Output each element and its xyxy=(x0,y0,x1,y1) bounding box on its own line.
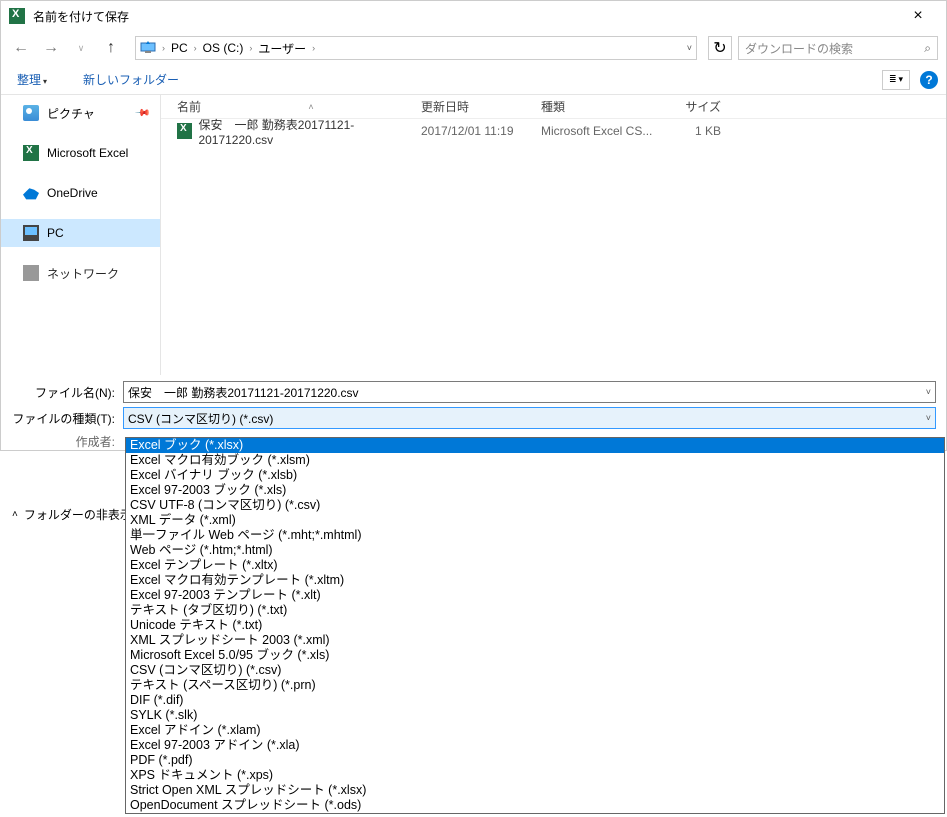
sidebar-item-pictures[interactable]: ピクチャ 📌 xyxy=(1,99,160,127)
search-placeholder: ダウンロードの検索 xyxy=(745,40,853,57)
pictures-icon xyxy=(23,105,39,121)
filetype-option[interactable]: Web ページ (*.htm;*.html) xyxy=(126,543,944,558)
col-kind-header[interactable]: 種類 xyxy=(541,98,661,115)
sidebar-item-label: Microsoft Excel xyxy=(47,146,128,160)
filetype-option[interactable]: Strict Open XML スプレッドシート (*.xlsx) xyxy=(126,783,944,798)
filetype-option[interactable]: OpenDocument スプレッドシート (*.ods) xyxy=(126,798,944,813)
sidebar-item-pc[interactable]: PC xyxy=(1,219,160,247)
filetype-option[interactable]: CSV (コンマ区切り) (*.csv) xyxy=(126,663,944,678)
body: ピクチャ 📌 Microsoft Excel OneDrive PC ネットワ xyxy=(1,95,946,375)
sidebar-item-excel[interactable]: Microsoft Excel xyxy=(1,139,160,167)
pin-icon: 📌 xyxy=(133,105,150,122)
filetype-option[interactable]: テキスト (タブ区切り) (*.txt) xyxy=(126,603,944,618)
file-date: 2017/12/01 11:19 xyxy=(421,124,541,138)
filetype-option[interactable]: XPS ドキュメント (*.xps) xyxy=(126,768,944,783)
search-icon: ⌕ xyxy=(924,41,931,56)
chevron-down-icon[interactable]: ˅ xyxy=(926,413,931,423)
filetype-option[interactable]: Excel バイナリ ブック (*.xlsb) xyxy=(126,468,944,483)
excel-app-icon xyxy=(9,8,25,24)
filetype-option[interactable]: Excel 97-2003 ブック (*.xls) xyxy=(126,483,944,498)
excel-icon xyxy=(23,145,39,161)
drive-icon xyxy=(140,40,156,56)
filetype-option[interactable]: Excel テンプレート (*.xltx) xyxy=(126,558,944,573)
col-name-header[interactable]: 名前 ˄ xyxy=(161,98,421,115)
sidebar-item-label: ネットワーク xyxy=(47,265,127,282)
forward-button[interactable]: → xyxy=(39,36,63,60)
view-options-button[interactable]: ≣▾ xyxy=(882,70,910,90)
filetype-option[interactable]: Excel マクロ有効テンプレート (*.xltm) xyxy=(126,573,944,588)
path-segment[interactable]: PC xyxy=(167,41,192,55)
sidebar-item-network[interactable]: ネットワーク xyxy=(1,259,160,287)
titlebar: 名前を付けて保存 × xyxy=(1,1,946,31)
filetype-dropdown-list[interactable]: Excel ブック (*.xlsx)Excel マクロ有効ブック (*.xlsm… xyxy=(125,437,945,814)
onedrive-icon xyxy=(23,185,39,201)
refresh-button[interactable]: ↻ xyxy=(708,36,732,60)
chevron-right-icon: › xyxy=(160,43,167,53)
filetype-option[interactable]: XML スプレッドシート 2003 (*.xml) xyxy=(126,633,944,648)
filetype-option[interactable]: Excel 97-2003 アドイン (*.xla) xyxy=(126,738,944,753)
filetype-option[interactable]: PDF (*.pdf) xyxy=(126,753,944,768)
csv-file-icon xyxy=(177,123,192,139)
filetype-label: ファイルの種類(T): xyxy=(11,410,123,427)
chevron-right-icon: › xyxy=(310,43,317,53)
filetype-option[interactable]: 単一ファイル Web ページ (*.mht;*.mhtml) xyxy=(126,528,944,543)
hide-folders-toggle[interactable]: ˄ フォルダーの非表示 xyxy=(12,506,132,523)
filetype-option[interactable]: Microsoft Excel 5.0/95 ブック (*.xls) xyxy=(126,648,944,663)
sort-caret-icon: ˄ xyxy=(308,102,313,112)
file-kind: Microsoft Excel CS... xyxy=(541,124,661,138)
path-segment[interactable]: ユーザー xyxy=(254,40,310,57)
filetype-option[interactable]: Excel ブック (*.xlsx) xyxy=(126,438,944,453)
address-bar[interactable]: › PC › OS (C:) › ユーザー › ˅ xyxy=(135,36,697,60)
file-row[interactable]: 保安 一郎 勤務表20171121-20171220.csv 2017/12/0… xyxy=(161,119,946,143)
filetype-option[interactable]: CSV UTF-8 (コンマ区切り) (*.csv) xyxy=(126,498,944,513)
sidebar-item-onedrive[interactable]: OneDrive xyxy=(1,179,160,207)
filetype-option[interactable]: テキスト (スペース区切り) (*.prn) xyxy=(126,678,944,693)
chevron-right-icon: › xyxy=(192,43,199,53)
close-button[interactable]: × xyxy=(898,7,938,25)
filetype-option[interactable]: Excel アドイン (*.xlam) xyxy=(126,723,944,738)
chevron-right-icon: › xyxy=(247,43,254,53)
save-as-dialog: 名前を付けて保存 × ← → ∨ ↑ › PC › OS (C:) › ユーザー… xyxy=(0,0,947,451)
search-input[interactable]: ダウンロードの検索 ⌕ xyxy=(738,36,938,60)
sidebar-item-label: OneDrive xyxy=(47,186,98,200)
pc-icon xyxy=(23,225,39,241)
filetype-option[interactable]: XML データ (*.xml) xyxy=(126,513,944,528)
author-label: 作成者: xyxy=(11,433,123,450)
filetype-option[interactable]: DIF (*.dif) xyxy=(126,693,944,708)
dialog-title: 名前を付けて保存 xyxy=(33,8,898,25)
help-icon[interactable]: ? xyxy=(920,71,938,89)
nav-row: ← → ∨ ↑ › PC › OS (C:) › ユーザー › ˅ ↻ ダウンロ… xyxy=(1,31,946,65)
filename-label: ファイル名(N): xyxy=(11,384,123,401)
sidebar: ピクチャ 📌 Microsoft Excel OneDrive PC ネットワ xyxy=(1,95,161,375)
toolbar: 整理▾ 新しいフォルダー ≣▾ ? xyxy=(1,65,946,95)
file-name: 保安 一郎 勤務表20171121-20171220.csv xyxy=(198,116,421,147)
file-list: 名前 ˄ 更新日時 種類 サイズ 保安 一郎 勤務表20171121-20171… xyxy=(161,95,946,375)
filetype-option[interactable]: Unicode テキスト (*.txt) xyxy=(126,618,944,633)
up-button[interactable]: ↑ xyxy=(99,36,123,60)
path-segment[interactable]: OS (C:) xyxy=(199,41,248,55)
path-dropdown-icon[interactable]: ˅ xyxy=(687,43,692,53)
filetype-option[interactable]: Excel マクロ有効ブック (*.xlsm) xyxy=(126,453,944,468)
filetype-combobox[interactable]: CSV (コンマ区切り) (*.csv) ˅ xyxy=(123,407,936,429)
filetype-option[interactable]: SYLK (*.slk) xyxy=(126,708,944,723)
col-date-header[interactable]: 更新日時 xyxy=(421,98,541,115)
col-size-header[interactable]: サイズ xyxy=(661,98,741,115)
sidebar-item-label: PC xyxy=(47,226,64,240)
back-button[interactable]: ← xyxy=(9,36,33,60)
network-icon xyxy=(23,265,39,281)
sidebar-item-label: ピクチャ xyxy=(47,105,95,122)
recent-dropdown-icon[interactable]: ∨ xyxy=(69,36,93,60)
filename-input[interactable]: 保安 一郎 勤務表20171121-20171220.csv ˅ xyxy=(123,381,936,403)
chevron-down-icon[interactable]: ˅ xyxy=(926,387,931,397)
new-folder-button[interactable]: 新しいフォルダー xyxy=(75,67,187,92)
filetype-option[interactable]: Excel 97-2003 テンプレート (*.xlt) xyxy=(126,588,944,603)
chevron-up-icon: ˄ xyxy=(12,509,18,520)
organize-button[interactable]: 整理▾ xyxy=(9,67,55,92)
file-size: 1 KB xyxy=(661,124,741,138)
